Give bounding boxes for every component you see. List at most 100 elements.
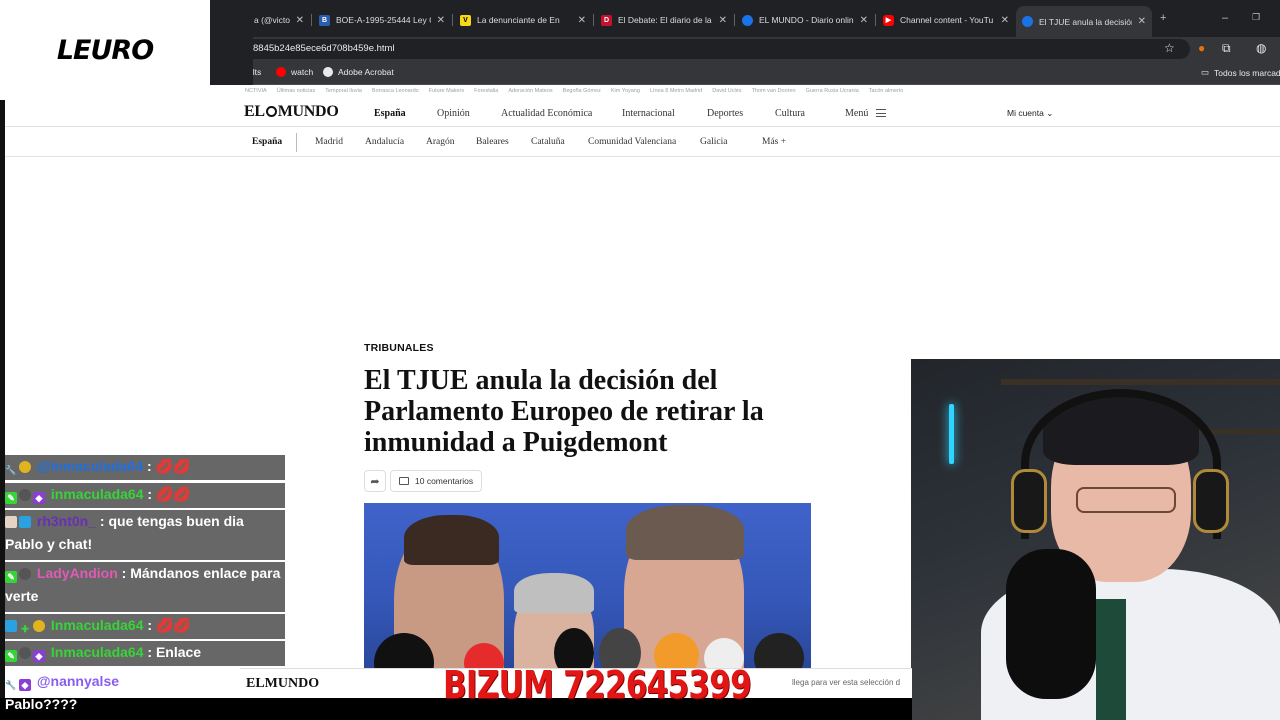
trending-item[interactable]: Tacón almerío bbox=[869, 88, 904, 94]
tab-title: a (@victo bbox=[254, 15, 290, 25]
comments-count: 10 comentarios bbox=[415, 476, 474, 486]
article-photo[interactable] bbox=[364, 503, 811, 668]
account-button[interactable]: Mi cuenta ⌄ bbox=[1007, 108, 1053, 119]
youtube-icon bbox=[276, 67, 286, 77]
all-bookmarks-folder[interactable]: ▭ Todos los marcad bbox=[1201, 67, 1280, 78]
chat-username[interactable]: Inmaculada64 bbox=[51, 617, 144, 633]
menu-button[interactable]: Menú bbox=[845, 108, 887, 119]
profile-avatar-icon[interactable]: ◍ bbox=[1256, 41, 1266, 55]
moderator-badge-icon: ✎ bbox=[5, 650, 17, 662]
trending-item[interactable]: Línea 8 Metro Madrid bbox=[650, 88, 702, 94]
chat-username[interactable]: LadyAndion bbox=[37, 565, 118, 581]
extension-icon[interactable]: ● bbox=[1198, 41, 1205, 55]
trending-item[interactable]: Adoración Mateos bbox=[508, 88, 552, 94]
menu-label: Menú bbox=[845, 108, 869, 119]
nav-actualidad-economica[interactable]: Actualidad Económica bbox=[501, 108, 592, 119]
trending-topics: NCTIVIA Últimas noticias Temporal lluvia… bbox=[245, 88, 903, 94]
article-section-kicker[interactable]: TRIBUNALES bbox=[364, 342, 434, 354]
browser-tab-active[interactable]: El TJUE anula la decisión d ✕ bbox=[1016, 6, 1152, 37]
comment-icon bbox=[399, 477, 409, 485]
browser-tab[interactable]: V La denunciante de En ✕ bbox=[454, 9, 592, 31]
sub-badge-icon bbox=[19, 647, 31, 659]
bookmark-item[interactable]: watch bbox=[276, 67, 313, 77]
chat-text: 💋💋 bbox=[155, 617, 191, 633]
new-tab-icon[interactable]: + bbox=[1160, 12, 1166, 24]
address-bar[interactable]: 8845b24e85ece6d708b459e.html bbox=[215, 39, 1190, 59]
chat-message: ✚ Inmaculada64 : 💋💋 bbox=[5, 614, 285, 639]
youtube-icon: ▶ bbox=[883, 14, 894, 26]
tab-title: Channel content - YouTu bbox=[900, 15, 994, 25]
nav-espana[interactable]: España bbox=[374, 108, 406, 119]
subnav-cataluna[interactable]: Cataluña bbox=[531, 137, 565, 147]
chat-username[interactable]: rh3nt0n_ bbox=[37, 513, 96, 529]
el-debate-favicon-icon: D bbox=[601, 14, 612, 26]
chat-separator: : bbox=[143, 486, 156, 502]
moderator-badge-icon: ✎ bbox=[5, 492, 17, 504]
trending-item[interactable]: Thom van Dooren bbox=[752, 88, 796, 94]
photo-hair bbox=[404, 515, 499, 565]
chat-username[interactable]: @nannyalse bbox=[37, 673, 119, 689]
plus-badge-icon: ✚ bbox=[21, 624, 29, 634]
photo-microphone bbox=[754, 633, 804, 668]
chat-separator: : bbox=[96, 513, 109, 529]
subnav-andalucia[interactable]: Andalucía bbox=[365, 137, 404, 147]
minimize-icon[interactable]: – bbox=[1222, 12, 1228, 24]
nav-deportes[interactable]: Deportes bbox=[707, 108, 743, 119]
close-icon[interactable]: ✕ bbox=[719, 15, 727, 26]
headphone-earcup bbox=[1011, 469, 1047, 533]
trending-item[interactable]: Guerra Rusia Ucrania bbox=[806, 88, 859, 94]
trending-item[interactable]: Future Makers bbox=[429, 88, 464, 94]
tab-title: El TJUE anula la decisión d bbox=[1039, 16, 1132, 27]
trending-item[interactable]: NCTIVIA bbox=[245, 88, 267, 94]
browser-tab[interactable]: EL MUNDO - Diario onlin ✕ bbox=[736, 9, 874, 31]
boe-favicon-icon: B bbox=[319, 14, 330, 26]
close-icon[interactable]: ✕ bbox=[860, 15, 868, 26]
el-mundo-logo[interactable]: EL MUNDO bbox=[244, 103, 339, 121]
subnav-galicia[interactable]: Galicia bbox=[700, 137, 727, 147]
share-button[interactable]: ➦ bbox=[364, 470, 386, 492]
trending-item[interactable]: David Uclés bbox=[712, 88, 741, 94]
screen: a (@victo ✕ B BOE-A-1995-25444 Ley O ✕ V… bbox=[0, 0, 1280, 720]
close-icon[interactable]: ✕ bbox=[1138, 16, 1146, 27]
comments-button[interactable]: 10 comentarios bbox=[390, 470, 483, 492]
restore-icon[interactable]: ❐ bbox=[1252, 12, 1260, 23]
subnav-comunidad-valenciana[interactable]: Comunidad Valenciana bbox=[588, 137, 676, 147]
nav-cultura[interactable]: Cultura bbox=[775, 108, 805, 119]
subnav-aragon[interactable]: Aragón bbox=[426, 137, 455, 147]
chat-message: 🔧 ◆ @nannyalse : Nos vamos a Allí Pablo??… bbox=[5, 670, 285, 716]
browser-tab[interactable]: B BOE-A-1995-25444 Ley O ✕ bbox=[313, 9, 451, 31]
trending-item[interactable]: Temporal lluvia bbox=[325, 88, 362, 94]
chat-username[interactable]: Inmaculada64 bbox=[51, 644, 144, 660]
close-icon[interactable]: ✕ bbox=[437, 15, 445, 26]
trending-item[interactable]: Kim Yoyang bbox=[611, 88, 640, 94]
chat-username[interactable]: @Inmaculada64 bbox=[37, 458, 143, 474]
trending-item[interactable]: Begoña Gómez bbox=[563, 88, 601, 94]
subnav-mas[interactable]: Más + bbox=[762, 137, 786, 147]
subnav-baleares[interactable]: Baleares bbox=[476, 137, 509, 147]
nav-opinion[interactable]: Opinión bbox=[437, 108, 470, 119]
browser-tab[interactable]: D El Debate: El diario de la a ✕ bbox=[595, 9, 733, 31]
browser-tab[interactable]: ▶ Channel content - YouTu ✕ bbox=[877, 9, 1015, 31]
newspaper-favicon-icon: V bbox=[460, 14, 471, 26]
puzzle-icon[interactable]: ⧉ bbox=[1222, 41, 1231, 56]
nav-internacional[interactable]: Internacional bbox=[622, 108, 675, 119]
globe-icon bbox=[742, 14, 753, 26]
star-icon[interactable]: ☆ bbox=[1164, 41, 1175, 55]
trending-item[interactable]: Forestalia bbox=[474, 88, 498, 94]
close-icon[interactable]: ✕ bbox=[296, 15, 304, 26]
subnav-espana[interactable]: España bbox=[252, 137, 282, 147]
photo-hair bbox=[514, 573, 594, 613]
sub-badge-icon bbox=[19, 489, 31, 501]
wrench-badge-icon: 🔧 bbox=[5, 680, 17, 690]
chat-separator: : bbox=[143, 458, 156, 474]
browser-tab[interactable]: a (@victo ✕ bbox=[248, 9, 310, 31]
subnav-madrid[interactable]: Madrid bbox=[315, 137, 343, 147]
bookmark-item[interactable]: Adobe Acrobat bbox=[323, 67, 394, 77]
close-icon[interactable]: ✕ bbox=[578, 15, 586, 26]
trending-item[interactable]: Últimas noticias bbox=[277, 88, 316, 94]
close-icon[interactable]: ✕ bbox=[1001, 15, 1009, 26]
trending-item[interactable]: Borrasca Leonardo bbox=[372, 88, 419, 94]
chat-username[interactable]: inmaculada64 bbox=[51, 486, 144, 502]
globe-icon bbox=[1022, 16, 1033, 27]
acrobat-icon bbox=[323, 67, 333, 77]
